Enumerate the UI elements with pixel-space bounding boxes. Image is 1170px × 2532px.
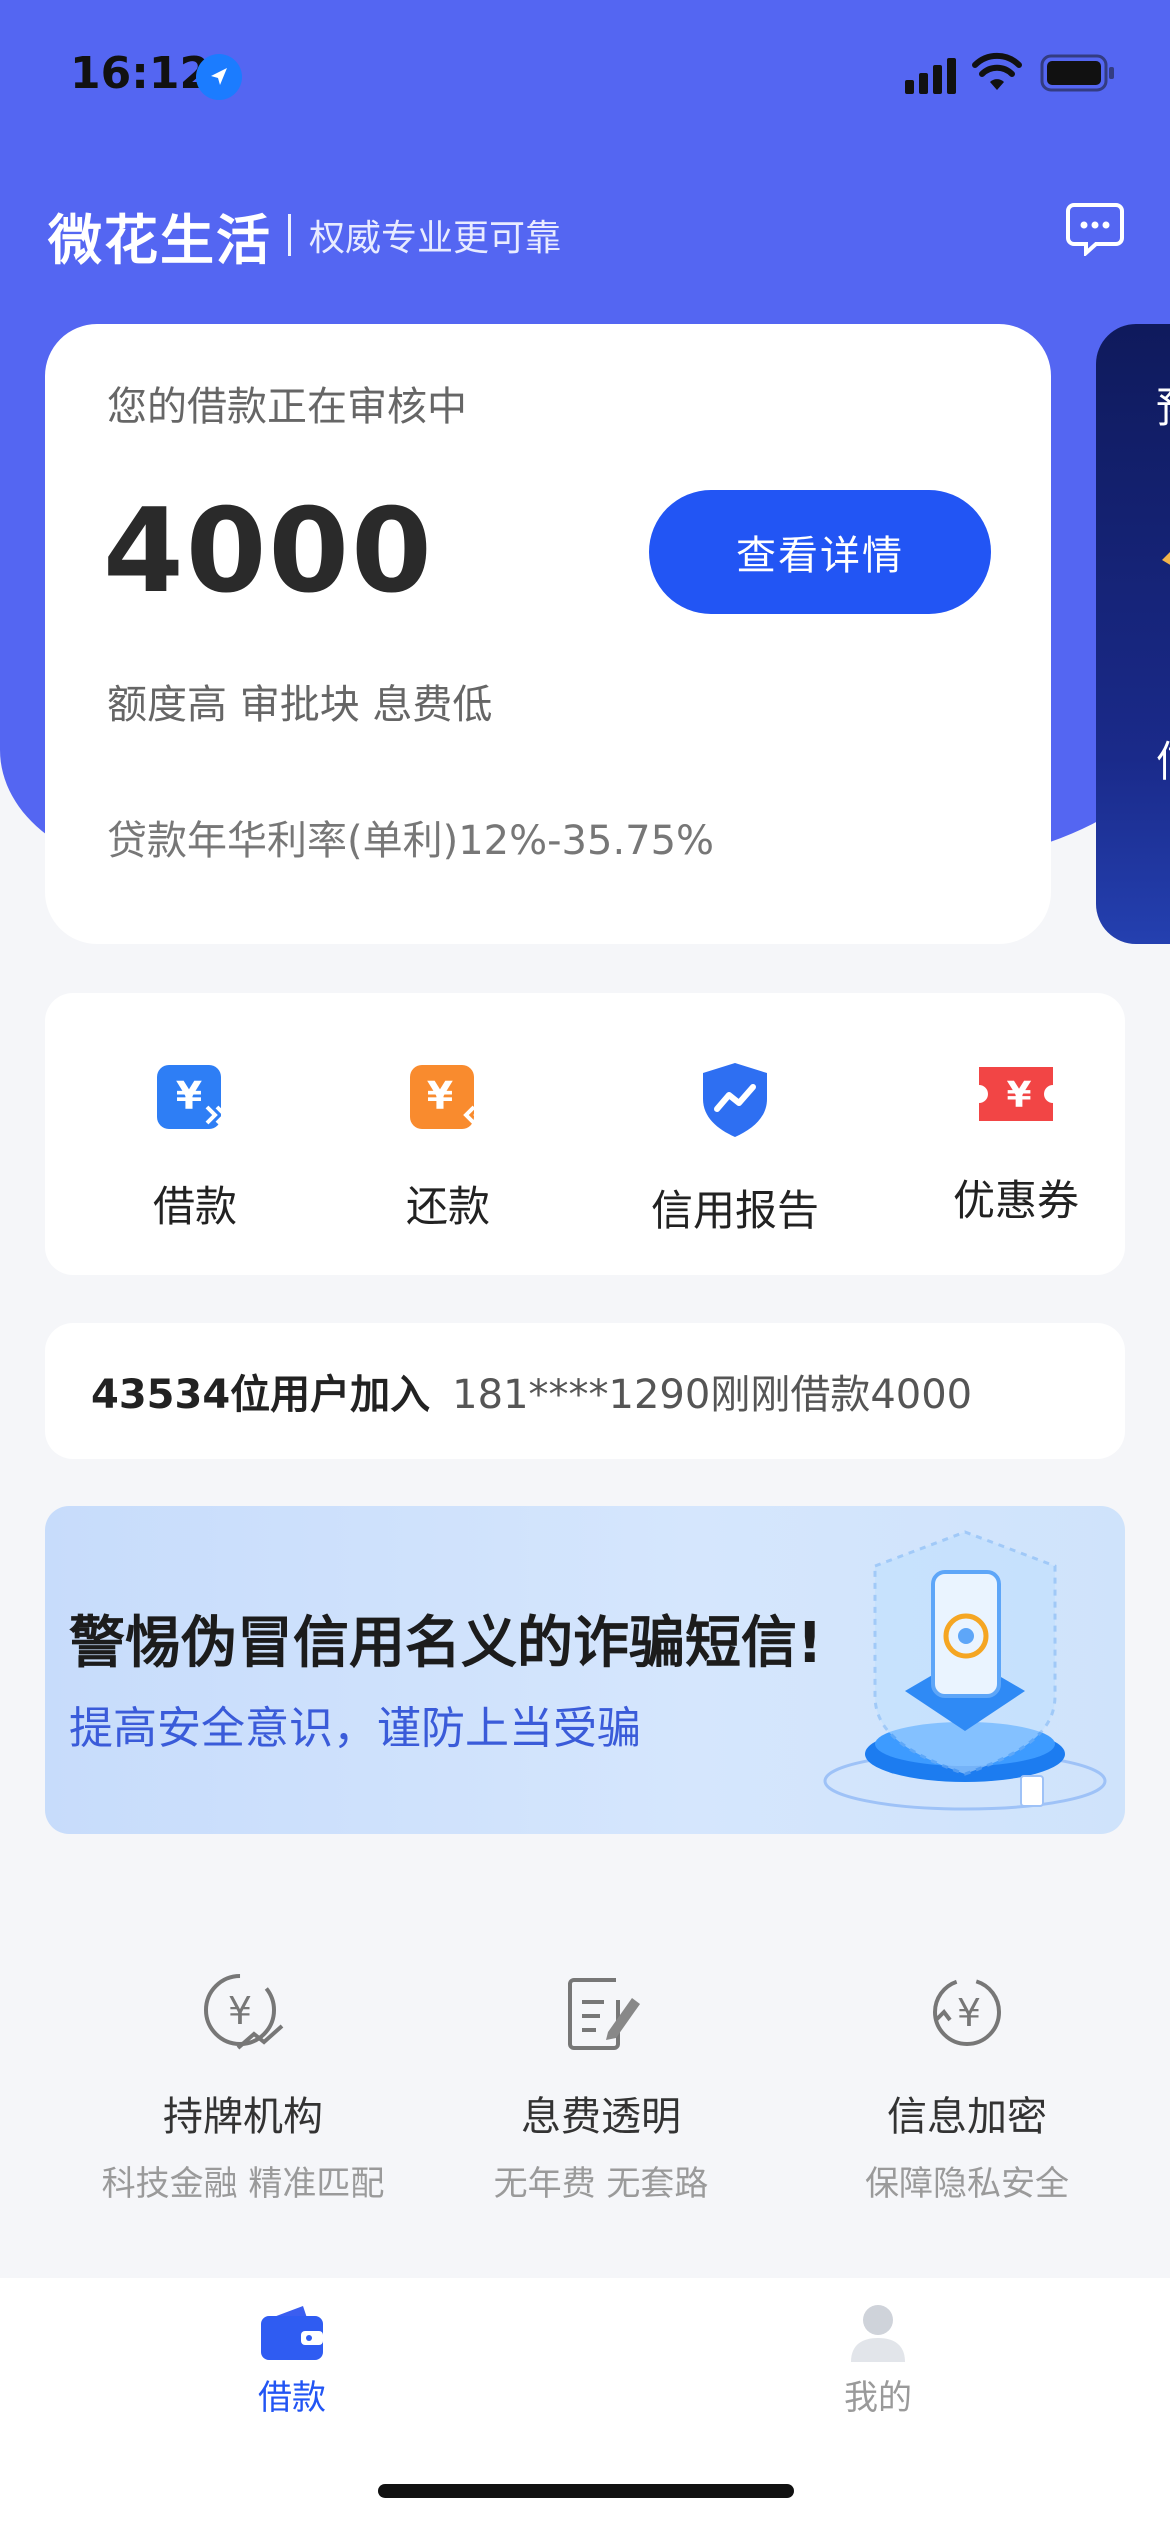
feature-licensed: ¥ 持牌机构 科技金融 精准匹配 — [78, 1970, 408, 2205]
status-time: 16:12 — [70, 48, 211, 99]
repay-icon: ¥ — [410, 1065, 486, 1129]
brand-divider — [288, 214, 291, 256]
tab-mine[interactable]: 我的 — [778, 2300, 978, 2419]
location-icon — [196, 54, 242, 100]
loan-tags: 额度高 审批块 息费低 — [107, 682, 493, 728]
security-phone-illustration — [823, 1530, 1107, 1811]
svg-text:¥: ¥ — [427, 1074, 453, 1118]
feature-transparent: 息费透明 无年费 无套路 — [436, 1970, 766, 2205]
shortcut-coupon[interactable]: ¥ 优惠券 — [911, 993, 1121, 1275]
battery-icon — [1040, 54, 1114, 92]
brand-logo: 微花生活 — [48, 208, 272, 272]
status-bar: 16:12 — [0, 0, 1170, 150]
banner-subtitle: 提高安全意识，谨防上当受骗 — [69, 1703, 641, 1754]
feature-encrypt: ¥ 信息加密 保障隐私安全 — [802, 1970, 1132, 2205]
loan-amount: 4000 — [103, 484, 434, 619]
shortcut-label: 优惠券 — [952, 1176, 1079, 1225]
shortcut-borrow[interactable]: ¥ 借款 — [90, 993, 300, 1275]
shortcut-grid: ¥ 借款 ¥ 还款 信用报告 ¥ 优惠券 — [45, 993, 1125, 1275]
message-icon[interactable] — [1066, 202, 1124, 256]
user-icon — [851, 2305, 905, 2362]
ticker-message: 181****1290刚刚借款4000 — [452, 1372, 973, 1418]
shortcut-label: 借款 — [152, 1182, 237, 1231]
tab-borrow[interactable]: 借款 — [192, 2300, 392, 2419]
anti-fraud-banner[interactable]: 警惕伪冒信用名义的诈骗短信! 提高安全意识，谨防上当受骗 — [45, 1506, 1125, 1834]
svg-text:¥: ¥ — [228, 1989, 252, 2033]
user-count: 43534位用户加入 — [91, 1372, 431, 1418]
borrow-icon: ¥ — [157, 1065, 228, 1129]
feature-desc: 保障隐私安全 — [865, 2164, 1069, 2204]
svg-text:¥: ¥ — [176, 1074, 202, 1118]
shortcut-label: 还款 — [405, 1182, 490, 1231]
svg-text:¥: ¥ — [957, 1991, 981, 2035]
side-card-glyph-top: 预 — [1156, 374, 1170, 435]
svg-text:¥: ¥ — [1006, 1075, 1031, 1116]
feature-title: 信息加密 — [887, 2094, 1047, 2140]
feature-title: 息费透明 — [521, 2094, 681, 2140]
coupon-icon: ¥ — [979, 1067, 1053, 1121]
feature-desc: 科技金融 精准匹配 — [101, 2164, 385, 2204]
shortcut-credit-report[interactable]: 信用报告 — [580, 993, 890, 1275]
gold-ingot-icon — [1162, 552, 1170, 565]
loan-status-card: 您的借款正在审核中 4000 查看详情 额度高 审批块 息费低 贷款年华利率(单… — [45, 324, 1051, 944]
side-card-glyph-bottom: 信 — [1156, 728, 1170, 789]
encrypt-icon: ¥ — [933, 1978, 1001, 2046]
shortcut-label: 信用报告 — [650, 1186, 819, 1235]
user-ticker: 43534位用户加入 181****1290刚刚借款4000 — [45, 1323, 1125, 1459]
wifi-icon — [972, 52, 1022, 90]
side-promo-card[interactable]: 预 信 — [1096, 324, 1170, 944]
tab-label: 我的 — [844, 2378, 912, 2418]
shortcut-repay[interactable]: ¥ 还款 — [343, 993, 553, 1275]
document-edit-icon — [568, 1978, 640, 2050]
brand-slogan: 权威专业更可靠 — [309, 218, 562, 259]
tab-label: 借款 — [258, 2378, 326, 2418]
signal-icon — [905, 58, 956, 94]
brand-header: 微花生活 权威专业更可靠 — [48, 200, 562, 272]
credit-report-icon — [703, 1063, 767, 1137]
banner-title: 警惕伪冒信用名义的诈骗短信! — [69, 1611, 823, 1676]
loan-status-text: 您的借款正在审核中 — [107, 384, 467, 430]
view-detail-button[interactable]: 查看详情 — [649, 490, 991, 614]
feature-desc: 无年费 无套路 — [493, 2164, 709, 2204]
feature-title: 持牌机构 — [163, 2094, 323, 2140]
home-indicator — [378, 2484, 794, 2498]
wallet-icon — [261, 2306, 323, 2360]
loan-rate: 贷款年华利率(单利)12%-35.75% — [107, 818, 715, 864]
licensed-icon: ¥ — [204, 1974, 284, 2050]
